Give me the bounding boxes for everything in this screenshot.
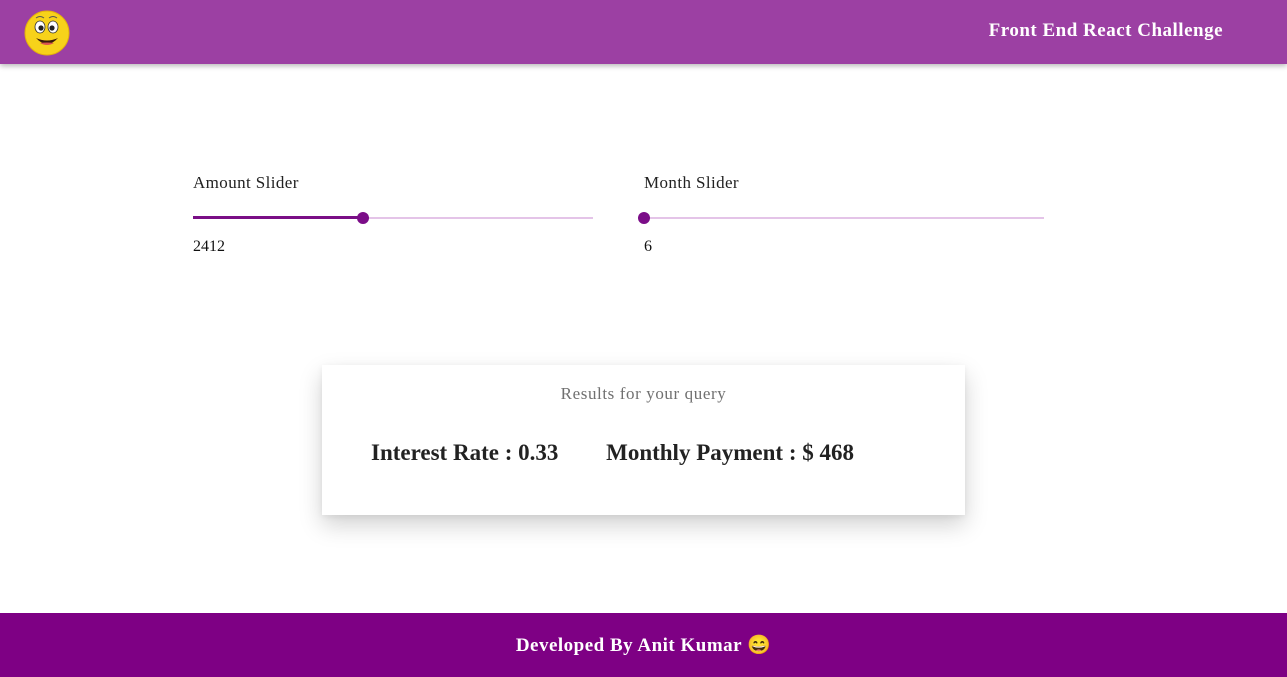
month-value: 6 [644, 238, 652, 255]
app-header: Front End React Challenge [0, 0, 1287, 64]
monthly-payment: Monthly Payment : $ 468 [606, 440, 854, 465]
amount-slider[interactable] [193, 206, 593, 230]
page: Front End React Challenge Amount Slider … [0, 0, 1287, 677]
month-slider-thumb[interactable] [638, 212, 650, 224]
amount-value: 2412 [193, 238, 225, 255]
month-slider-group: Month Slider 6 [638, 172, 1044, 256]
results-row: Interest Rate : 0.33 Monthly Payment : $… [371, 440, 854, 466]
app-title: Front End React Challenge [988, 20, 1223, 41]
app-footer: Developed By Anit Kumar 😄 [0, 613, 1287, 677]
month-slider-label: Month Slider [644, 173, 739, 192]
month-slider-rail[interactable] [644, 217, 1044, 219]
amount-slider-group: Amount Slider 2412 [193, 172, 593, 256]
interest-rate: Interest Rate : 0.33 [371, 440, 559, 465]
amount-slider-track [193, 216, 363, 219]
smiley-face-icon[interactable] [24, 10, 70, 56]
footer-credit: Developed By Anit Kumar 😄 [515, 635, 772, 656]
results-card: Results for your query Interest Rate : 0… [322, 365, 965, 515]
amount-slider-label: Amount Slider [193, 173, 299, 192]
month-slider[interactable] [638, 206, 1044, 230]
amount-slider-thumb[interactable] [357, 212, 369, 224]
results-heading: Results for your query [560, 384, 727, 403]
